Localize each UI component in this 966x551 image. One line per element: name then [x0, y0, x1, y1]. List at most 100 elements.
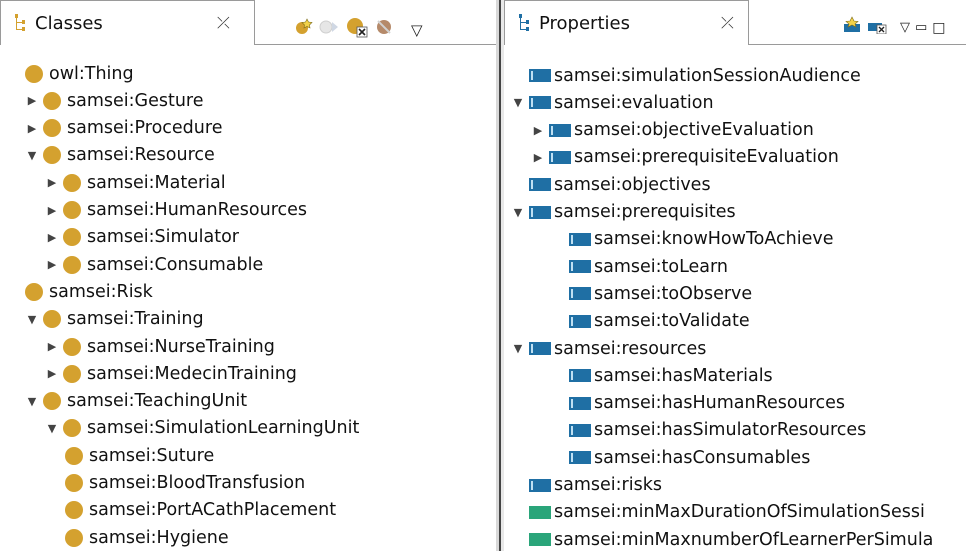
tree-item-label: samsei:hasMaterials [594, 365, 773, 386]
minimize-icon[interactable]: ▭ [915, 20, 927, 35]
close-icon[interactable]: ⤫ [217, 13, 230, 33]
tree-item-label: samsei:risks [554, 475, 662, 495]
add-subclass-icon[interactable] [293, 17, 313, 42]
class-tree-item[interactable]: samsei:Risk [25, 278, 153, 305]
expand-arrow-icon[interactable]: ▶ [531, 124, 545, 137]
property-tree-item[interactable]: ▼ samsei:evaluation [511, 89, 714, 116]
property-tree-item[interactable]: samsei:minMaxDurationOfSimulationSessi [529, 499, 925, 526]
tree-item-label: samsei:objectives [554, 174, 711, 195]
tree-item-label: samsei:PortACathPlacement [89, 500, 337, 521]
class-tree-item[interactable]: samsei:PortACathPlacement [65, 497, 336, 524]
properties-tabbar: Properties ⤫ ▽ ▭ □ [504, 0, 966, 52]
class-tree-item[interactable]: ▶ samsei:Consumable [45, 251, 264, 278]
view-menu-icon[interactable]: ▽ [411, 21, 423, 39]
expand-arrow-icon[interactable]: ▶ [45, 204, 59, 217]
expand-arrow-icon[interactable]: ▶ [25, 94, 39, 107]
property-tree-item[interactable]: ▶ samsei:objectiveEvaluation [531, 117, 814, 144]
class-tree-item[interactable]: ▼ samsei:Resource [25, 142, 215, 169]
class-tree-item[interactable]: owl:Thing [25, 60, 134, 87]
classes-tabbar: Classes ⤫ ▽ [0, 0, 496, 52]
tree-item-label: samsei:hasSimulatorResources [594, 420, 867, 441]
tree-item-label: samsei:hasConsumables [594, 447, 811, 468]
collapse-arrow-icon[interactable]: ▼ [25, 149, 39, 162]
class-tree-item[interactable]: ▶ samsei:Material [45, 169, 226, 196]
tab-properties[interactable]: Properties ⤫ [504, 0, 749, 45]
expand-arrow-icon[interactable]: ▶ [45, 176, 59, 189]
property-tree-item[interactable]: samsei:minMaxnumberOfLearnerPerSimula [529, 526, 933, 551]
class-tree-item[interactable]: ▶ samsei:NurseTraining [45, 333, 275, 360]
maximize-icon[interactable]: □ [932, 20, 945, 36]
tree-item-label: samsei:toValidate [594, 311, 750, 332]
object-property-icon [569, 260, 591, 274]
object-property-icon [569, 232, 591, 246]
tree-item-label: samsei:SimulationLearningUnit [87, 418, 360, 439]
tree-item-label: samsei:prerequisites [554, 202, 736, 222]
property-tree-item[interactable]: samsei:toLearn [569, 253, 728, 280]
view-menu-icon[interactable]: ▽ [900, 20, 910, 35]
tree-item-label: samsei:Simulator [87, 227, 239, 248]
tree-item-label: samsei:Training [67, 309, 204, 330]
property-tree-item[interactable]: ▼ samsei:resources [511, 335, 707, 362]
tree-item-label: samsei:knowHowToAchieve [594, 229, 834, 250]
class-tree-item[interactable]: ▶ samsei:Procedure [25, 115, 223, 142]
property-tree-item[interactable]: samsei:toValidate [569, 308, 750, 335]
expand-arrow-icon[interactable]: ▶ [45, 231, 59, 244]
tree-item-label: samsei:resources [554, 338, 707, 359]
class-icon [43, 310, 61, 329]
property-tree-item[interactable]: samsei:hasMaterials [569, 362, 773, 389]
tree-item-label: samsei:MedecinTraining [87, 363, 297, 384]
object-property-icon [549, 123, 571, 137]
property-tree-item[interactable]: samsei:risks [529, 472, 662, 499]
reason-icon[interactable] [374, 17, 394, 42]
object-property-icon [569, 451, 591, 465]
expand-arrow-icon[interactable]: ▶ [45, 367, 59, 380]
add-sibling-icon[interactable] [318, 17, 340, 42]
collapse-arrow-icon[interactable]: ▼ [511, 206, 525, 219]
property-tree-item[interactable]: samsei:hasSimulatorResources [569, 417, 866, 444]
tab-title: Properties [539, 12, 630, 34]
tree-item-label: samsei:hasHumanResources [594, 393, 845, 414]
property-tree-item[interactable]: ▶ samsei:prerequisiteEvaluation [531, 144, 839, 171]
object-property-icon [569, 396, 591, 410]
class-tree-item[interactable]: ▶ samsei:MedecinTraining [45, 360, 297, 387]
delete-class-icon[interactable] [345, 16, 369, 43]
class-tree-item[interactable]: ▼ samsei:Training [25, 306, 204, 333]
expand-arrow-icon[interactable]: ▶ [531, 151, 545, 164]
class-tree-item[interactable]: samsei:BloodTransfusion [65, 470, 305, 497]
class-icon [63, 419, 81, 438]
expand-arrow-icon[interactable]: ▶ [25, 122, 39, 135]
class-icon [63, 228, 81, 247]
tree-item-label: samsei:Resource [67, 145, 215, 166]
tree-item-label: samsei:NurseTraining [87, 336, 275, 357]
property-tree-item[interactable]: ▼ samsei:prerequisites [511, 199, 736, 226]
class-tree-item[interactable]: ▼ samsei:SimulationLearningUnit [45, 415, 360, 442]
property-tree-item[interactable]: samsei:toObserve [569, 280, 752, 307]
collapse-arrow-icon[interactable]: ▼ [45, 422, 59, 435]
collapse-arrow-icon[interactable]: ▼ [511, 96, 525, 109]
class-tree-item[interactable]: samsei:Suture [65, 442, 214, 469]
collapse-arrow-icon[interactable]: ▼ [25, 313, 39, 326]
property-tree-item[interactable]: samsei:knowHowToAchieve [569, 226, 834, 253]
collapse-arrow-icon[interactable]: ▼ [511, 342, 525, 355]
class-tree-item[interactable]: ▼ samsei:TeachingUnit [25, 388, 247, 415]
delete-property-icon[interactable] [867, 16, 887, 39]
tab-classes[interactable]: Classes ⤫ [0, 0, 255, 45]
expand-arrow-icon[interactable]: ▶ [45, 258, 59, 271]
property-tree-item[interactable]: samsei:simulationSessionAudience [529, 62, 861, 89]
property-tree-item[interactable]: samsei:hasHumanResources [569, 390, 845, 417]
tree-item-label: samsei:prerequisiteEvaluation [574, 147, 839, 168]
tree-item-label: samsei:minMaxnumberOfLearnerPerSimula [554, 529, 934, 550]
class-tree-item[interactable]: ▶ samsei:Simulator [45, 224, 239, 251]
collapse-arrow-icon[interactable]: ▼ [25, 395, 39, 408]
class-tree-item[interactable]: samsei:Hygiene [65, 524, 229, 551]
class-tree-item[interactable]: ▶ samsei:Gesture [25, 87, 204, 114]
expand-arrow-icon[interactable]: ▶ [45, 340, 59, 353]
tree-item-label: samsei:Suture [89, 445, 215, 466]
tree-item-label: samsei:simulationSessionAudience [554, 65, 861, 86]
property-tree-item[interactable]: samsei:hasConsumables [569, 444, 810, 471]
object-property-icon [569, 369, 591, 383]
close-icon[interactable]: ⤫ [721, 13, 734, 33]
class-tree-item[interactable]: ▶ samsei:HumanResources [45, 197, 307, 224]
property-tree-item[interactable]: samsei:objectives [529, 171, 711, 198]
add-property-icon[interactable] [842, 16, 862, 39]
